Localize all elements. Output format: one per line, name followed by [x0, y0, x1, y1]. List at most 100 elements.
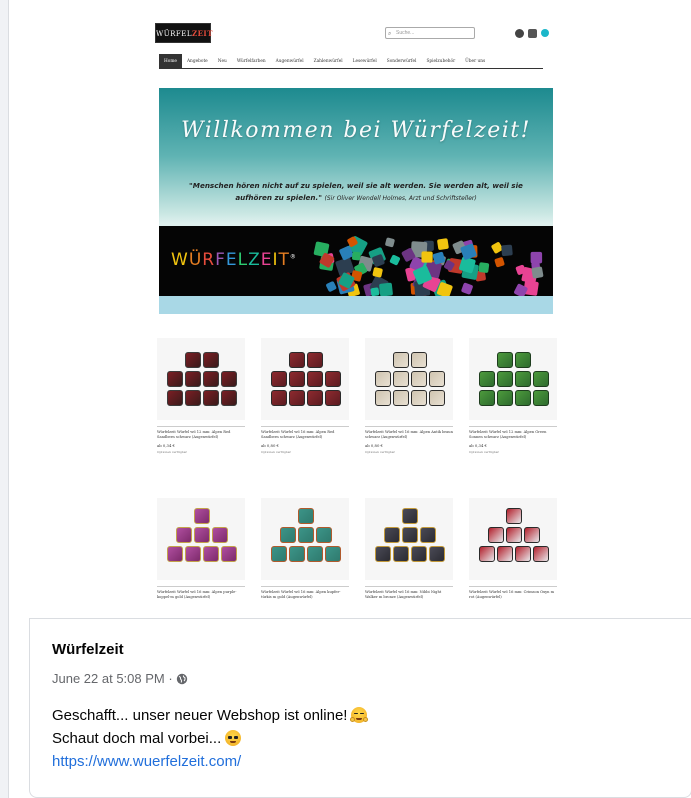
product-die [375, 390, 391, 406]
product-die [325, 371, 341, 387]
nav-item: Augenwürfel [275, 58, 304, 64]
pile-die [326, 281, 337, 292]
product-die [167, 390, 183, 406]
product-image [157, 498, 245, 580]
pile-die [478, 262, 490, 273]
product-caption: Würfelzeit Würfel w6 16 mm: Alpen Antik … [365, 426, 453, 440]
hero-footer-strip [159, 296, 553, 314]
product-die [479, 546, 495, 562]
band-logo: WÜRFELZEIT® [171, 250, 297, 270]
product-card: Würfelzeit Würfel w6 12 mm: Alpen Green … [469, 338, 557, 454]
site-logo: WÜRFELZEIT [155, 23, 212, 43]
product-die [411, 371, 427, 387]
band-logo-letter: L [237, 250, 249, 270]
post-timestamp[interactable]: June 22 at 5:08 PM · [52, 671, 173, 686]
pile-die [372, 267, 383, 278]
site-search-input: ⌕ Suche... [385, 27, 475, 39]
product-die [298, 527, 314, 543]
nav-item: Home [159, 53, 182, 69]
website-screenshot[interactable]: WÜRFELZEIT ⌕ Suche... Home Angebote Neu Wür… [9, 0, 691, 618]
product-die [429, 546, 445, 562]
product-caption: Würfelzeit Würfel w6 16 mm: Crimson Oxyn… [469, 586, 557, 600]
product-die [325, 546, 341, 562]
product-die [515, 352, 531, 368]
product-die [515, 390, 531, 406]
product-die [307, 390, 323, 406]
product-die [524, 527, 540, 543]
message-text-2: Schaut doch mal vorbei... [52, 730, 222, 747]
pile-die [352, 251, 361, 261]
product-die [479, 371, 495, 387]
product-die [497, 390, 513, 406]
product-die [307, 546, 323, 562]
product-die [289, 352, 305, 368]
product-die [402, 508, 418, 524]
product-card: Würfelzeit Würfel w6 16 mm: Crimson Oxyn… [469, 498, 557, 600]
product-die [203, 546, 219, 562]
hugging-face-emoji [350, 707, 369, 723]
dice-pile-image [313, 236, 544, 296]
hero-logo-band: WÜRFELZEIT® [159, 226, 553, 296]
pile-die [494, 257, 505, 268]
band-logo-letter: E [260, 250, 273, 270]
pile-die [530, 251, 543, 264]
product-caption: Würfelzeit Würfel w6 12 mm: Alpen Red Sa… [157, 426, 245, 440]
hero-quote: "Menschen hören nicht auf zu spielen, we… [175, 180, 537, 205]
product-die [393, 390, 409, 406]
site-header: WÜRFELZEIT ⌕ Suche... [149, 18, 553, 46]
message-line-2: Schaut doch mal vorbei... [52, 727, 652, 750]
globe-icon[interactable] [176, 673, 188, 685]
product-caption: Würfelzeit Würfel w6 16 mm: Alpen kupfer… [261, 586, 349, 600]
product-die [185, 546, 201, 562]
product-die [194, 508, 210, 524]
product-die [515, 546, 531, 562]
product-die [325, 390, 341, 406]
pile-die [389, 254, 401, 266]
product-price: ab 0,34 € [157, 443, 175, 448]
product-die [393, 546, 409, 562]
message-line-3: https://www.wuerfelzeit.com/ [52, 750, 652, 773]
pile-die [385, 237, 395, 248]
product-die [271, 371, 287, 387]
message-line-1: Geschafft... unser neuer Webshop ist onl… [52, 704, 652, 727]
product-die [411, 352, 427, 368]
post-meta: June 22 at 5:08 PM · [52, 671, 188, 686]
product-image [261, 498, 349, 580]
band-logo-letter: Ü [188, 250, 203, 270]
site-nav: Home Angebote Neu Würfelfarben Augenwürfel Za… [159, 53, 543, 69]
product-die [497, 352, 513, 368]
hero-title: Willkommen bei Würfelzeit! [181, 118, 531, 143]
product-image [157, 338, 245, 420]
product-die [411, 390, 427, 406]
product-die [212, 527, 228, 543]
band-logo-letter: E [225, 250, 238, 270]
website-link[interactable]: https://www.wuerfelzeit.com/ [52, 753, 241, 770]
page-name[interactable]: Würfelzeit [52, 641, 124, 658]
product-image [469, 498, 557, 580]
product-die [429, 390, 445, 406]
product-die [221, 390, 237, 406]
product-die [289, 390, 305, 406]
product-die [176, 527, 192, 543]
product-die [384, 527, 400, 543]
pile-die [531, 266, 544, 279]
product-card: Würfelzeit Würfel w6 16 mm: Alpen purple… [157, 498, 245, 600]
product-die [194, 527, 210, 543]
product-price: ab 0,80 € [365, 443, 383, 448]
band-logo-trademark: ® [289, 253, 297, 261]
product-die [479, 390, 495, 406]
product-die [271, 390, 287, 406]
product-die [298, 508, 314, 524]
product-die [393, 371, 409, 387]
pile-die [437, 238, 449, 250]
product-caption: Würfelzeit Würfel w6 16 mm: Alpen Red Sa… [261, 426, 349, 440]
cart-icon [528, 28, 537, 38]
search-icon: ⌕ [388, 31, 392, 37]
product-caption: Würfelzeit Würfel w6 12 mm: Alpen Green … [469, 426, 557, 440]
product-die [307, 352, 323, 368]
product-die [280, 527, 296, 543]
product-die [167, 371, 183, 387]
product-caption: Würfelzeit Würfel w6 16 mm: Nibbi Night … [365, 586, 453, 600]
pile-die [461, 282, 473, 295]
product-price: ab 0,34 € [469, 443, 487, 448]
